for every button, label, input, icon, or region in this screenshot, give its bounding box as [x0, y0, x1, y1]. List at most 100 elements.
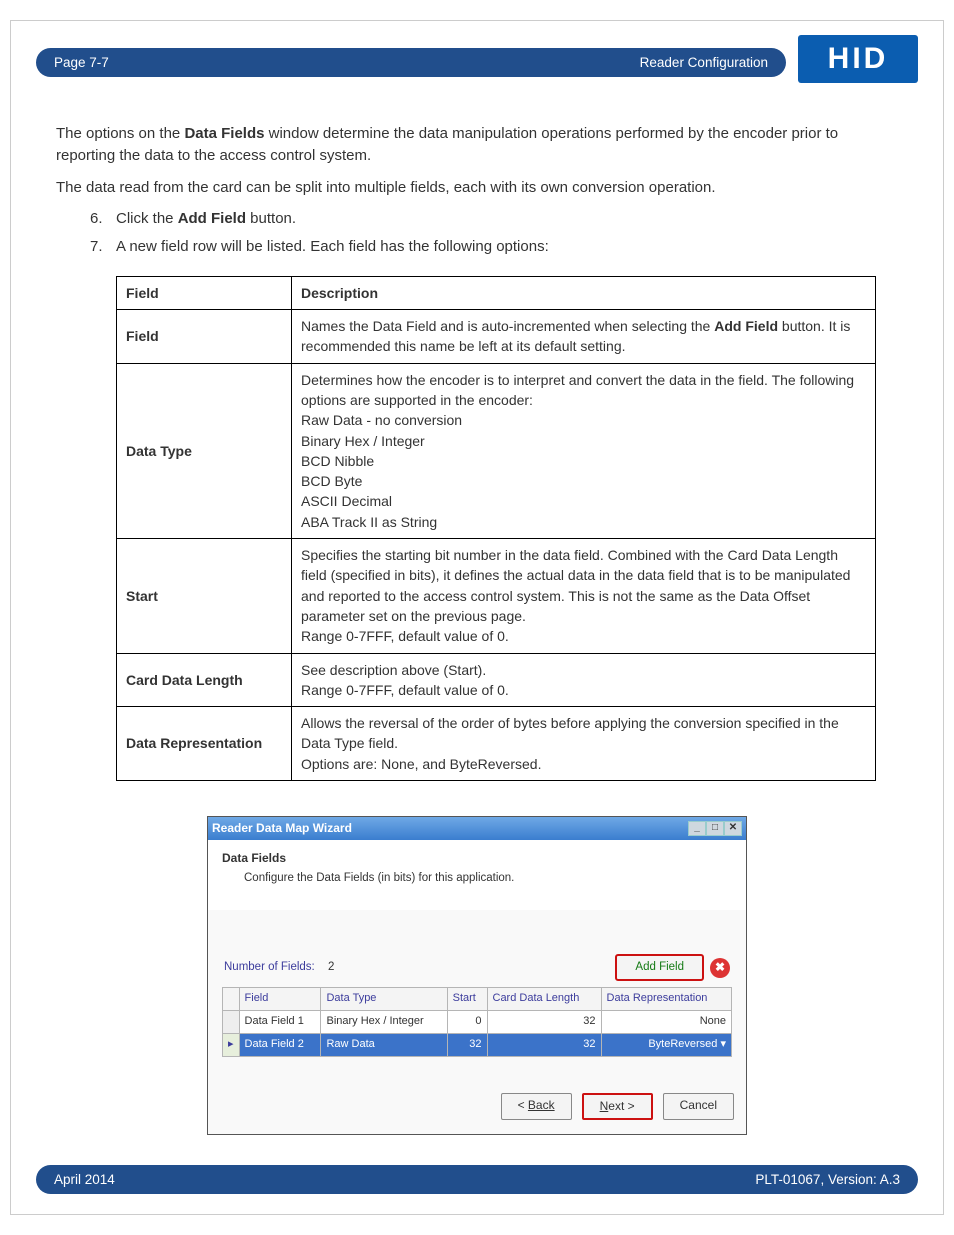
next-button[interactable]: Next >: [582, 1093, 653, 1120]
grid-row-1[interactable]: Data Field 1 Binary Hex / Integer 0 32 N…: [223, 1011, 732, 1034]
row-label: Field: [117, 310, 292, 364]
text-line: Options are: None, and ByteReversed.: [301, 754, 866, 774]
table-row: Data Type Determines how the encoder is …: [117, 363, 876, 538]
wizard-header: Data Fields Configure the Data Fields (i…: [208, 840, 746, 910]
back-label: Back: [528, 1098, 555, 1112]
step-6: 6. Click the Add Field button.: [116, 208, 898, 230]
text-line: ASCII Decimal: [301, 491, 866, 511]
cancel-button[interactable]: Cancel: [663, 1093, 734, 1120]
cell-cdl[interactable]: 32: [487, 1011, 601, 1034]
text-line: Binary Hex / Integer: [301, 431, 866, 451]
hid-logo: HID: [798, 35, 918, 83]
grid-column-start[interactable]: Start: [447, 988, 487, 1011]
wizard-subheading: Configure the Data Fields (in bits) for …: [222, 870, 732, 887]
maximize-icon[interactable]: □: [706, 821, 724, 836]
cell-cdl[interactable]: 32: [487, 1033, 601, 1056]
step-number: 7.: [90, 236, 103, 258]
text-line: See description above (Start).: [301, 660, 866, 680]
data-fields-grid[interactable]: Field Data Type Start Card Data Length D…: [222, 987, 732, 1057]
page-header: Page 7-7 Reader Configuration HID: [36, 41, 918, 83]
bold-term: Add Field: [714, 318, 778, 334]
grid-column-datatype[interactable]: Data Type: [321, 988, 447, 1011]
grid-column-field[interactable]: Field: [239, 988, 321, 1011]
field-description-table: Field Description Field Names the Data F…: [116, 276, 876, 781]
footer-date: April 2014: [54, 1172, 115, 1187]
table-row: Card Data Length See description above (…: [117, 653, 876, 707]
grid-column-cdl[interactable]: Card Data Length: [487, 988, 601, 1011]
bold-term: Add Field: [178, 210, 246, 227]
number-of-fields-value: 2: [328, 961, 334, 973]
row-label: Start: [117, 539, 292, 653]
column-header-field: Field: [117, 276, 292, 309]
text-run: Names the Data Field and is auto-increme…: [301, 318, 714, 334]
wizard-heading: Data Fields: [222, 850, 732, 867]
cell-rep[interactable]: None: [601, 1011, 731, 1034]
cell-datatype[interactable]: Raw Data: [321, 1033, 447, 1056]
text-line: Determines how the encoder is to interpr…: [301, 370, 866, 411]
cell-start[interactable]: 0: [447, 1011, 487, 1034]
back-button[interactable]: < Back: [501, 1093, 572, 1120]
row-label: Data Type: [117, 363, 292, 538]
document-content: The options on the Data Fields window de…: [11, 83, 943, 1155]
page-number-label: Page 7-7: [54, 55, 109, 70]
page-frame: Page 7-7 Reader Configuration HID The op…: [10, 20, 944, 1215]
add-field-button[interactable]: Add Field: [615, 954, 704, 981]
row-description: Determines how the encoder is to interpr…: [292, 363, 876, 538]
table-row: Data Representation Allows the reversal …: [117, 707, 876, 781]
table-header-row: Field Description: [117, 276, 876, 309]
grid-row-2-selected[interactable]: ▸ Data Field 2 Raw Data 32 32 ByteRevers…: [223, 1033, 732, 1056]
column-header-description: Description: [292, 276, 876, 309]
cell-rep-dropdown[interactable]: ByteReversed ▾: [601, 1033, 731, 1056]
row-indicator: ▸: [223, 1033, 240, 1056]
indicator-column-header: [223, 988, 240, 1011]
row-label: Card Data Length: [117, 653, 292, 707]
close-icon[interactable]: ✕: [724, 821, 742, 836]
next-label: Next >: [600, 1099, 635, 1113]
footer-version: PLT-01067, Version: A.3: [755, 1172, 900, 1187]
page-footer: April 2014 PLT-01067, Version: A.3: [36, 1165, 918, 1194]
section-title-label: Reader Configuration: [640, 55, 768, 70]
cell-datatype[interactable]: Binary Hex / Integer: [321, 1011, 447, 1034]
grid-column-rep[interactable]: Data Representation: [601, 988, 731, 1011]
number-of-fields-label: Number of Fields: 2: [224, 959, 334, 976]
hid-logo-text: HID: [828, 42, 889, 76]
window-control-icons: _ □ ✕: [688, 821, 742, 836]
text-line: Range 0-7FFF, default value of 0.: [301, 626, 866, 646]
step-list: 6. Click the Add Field button. 7. A new …: [56, 208, 898, 258]
row-description: Allows the reversal of the order of byte…: [292, 707, 876, 781]
text-line: Specifies the starting bit number in the…: [301, 545, 866, 626]
row-label: Data Representation: [117, 707, 292, 781]
label-text: Number of Fields:: [224, 961, 315, 973]
intro-paragraph-2: The data read from the card can be split…: [56, 177, 898, 199]
wizard-body: Number of Fields: 2 Add Field ✖ Field Da…: [208, 910, 746, 1066]
text-line: Raw Data - no conversion: [301, 410, 866, 430]
row-indicator: [223, 1011, 240, 1034]
wizard-titlebar[interactable]: Reader Data Map Wizard _ □ ✕: [208, 817, 746, 840]
text-line: ABA Track II as String: [301, 512, 866, 532]
wizard-window: Reader Data Map Wizard _ □ ✕ Data Fields…: [207, 816, 747, 1135]
grid-header-row: Field Data Type Start Card Data Length D…: [223, 988, 732, 1011]
delete-field-button[interactable]: ✖: [710, 958, 730, 978]
header-pill: Page 7-7 Reader Configuration: [36, 48, 786, 77]
bold-term: Data Fields: [184, 125, 264, 142]
step-number: 6.: [90, 208, 103, 230]
cell-field[interactable]: Data Field 1: [239, 1011, 321, 1034]
text-run: button.: [246, 210, 296, 227]
row-description: Names the Data Field and is auto-increme…: [292, 310, 876, 364]
text-line: Range 0-7FFF, default value of 0.: [301, 680, 866, 700]
step-7: 7. A new field row will be listed. Each …: [116, 236, 898, 258]
text-line: Allows the reversal of the order of byte…: [301, 713, 866, 754]
cell-start[interactable]: 32: [447, 1033, 487, 1056]
minimize-icon[interactable]: _: [688, 821, 706, 836]
lt-glyph: <: [518, 1098, 528, 1112]
table-row: Field Names the Data Field and is auto-i…: [117, 310, 876, 364]
wizard-footer: < Back Next > Cancel: [208, 1067, 746, 1134]
text-line: BCD Byte: [301, 471, 866, 491]
row-description: Specifies the starting bit number in the…: [292, 539, 876, 653]
text-run: The options on the: [56, 125, 184, 142]
cell-field[interactable]: Data Field 2: [239, 1033, 321, 1056]
row-description: See description above (Start). Range 0-7…: [292, 653, 876, 707]
text-run: Click the: [116, 210, 178, 227]
add-field-controls: Add Field ✖: [615, 954, 730, 981]
intro-paragraph-1: The options on the Data Fields window de…: [56, 123, 898, 167]
